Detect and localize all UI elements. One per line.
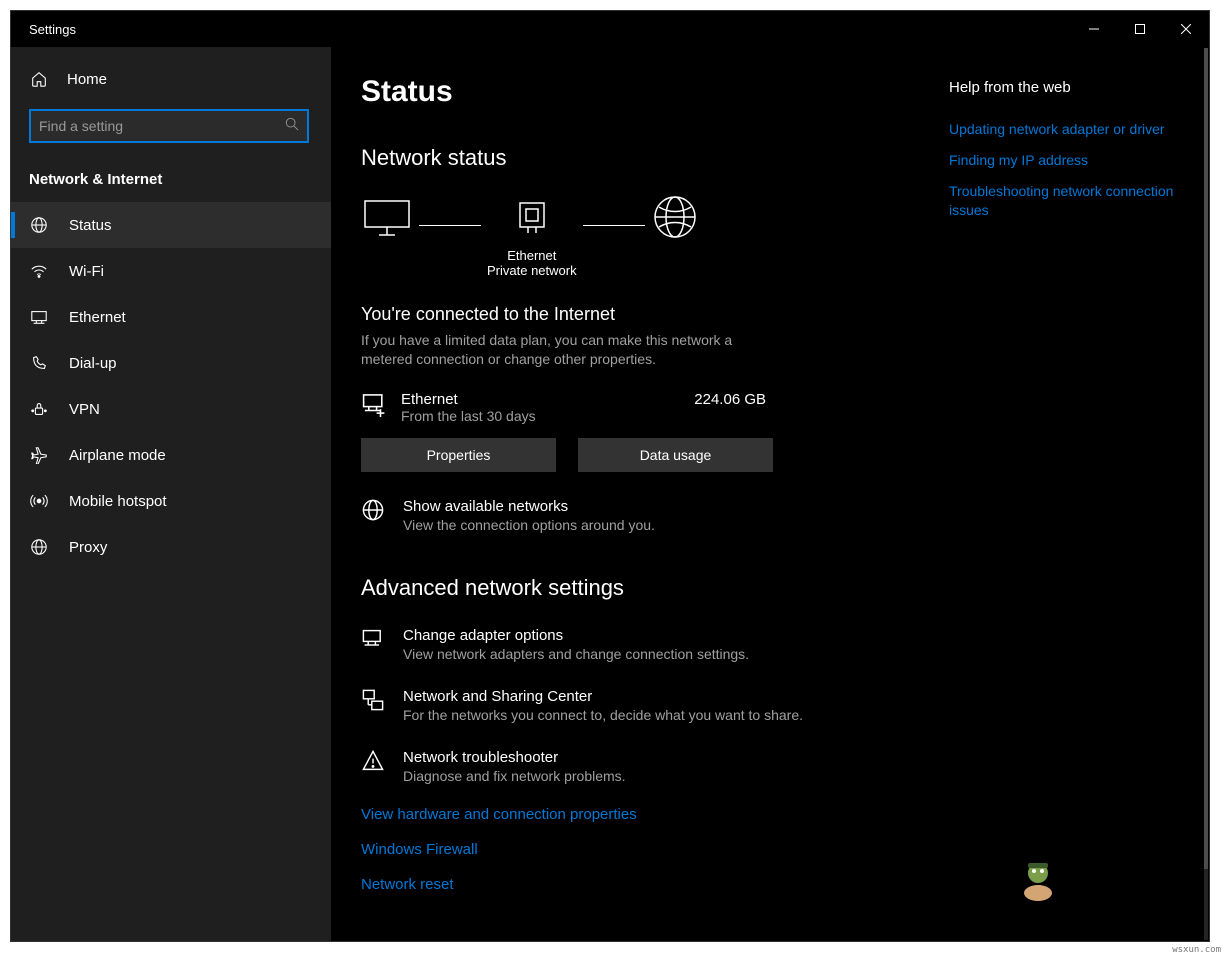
- help-link-ip[interactable]: Finding my IP address: [949, 151, 1191, 170]
- sidebar-item-wifi[interactable]: Wi-Fi: [11, 248, 331, 294]
- adapter-icon: [361, 627, 385, 662]
- page-title: Status: [361, 75, 919, 109]
- network-diagram: EthernetPrivate network: [361, 193, 919, 286]
- sharing-icon: [361, 688, 385, 723]
- help-link-troubleshoot[interactable]: Troubleshooting network connection issue…: [949, 182, 1191, 220]
- maximize-button[interactable]: [1117, 11, 1163, 47]
- router-icon: [514, 197, 550, 242]
- sidebar-item-label: VPN: [69, 401, 100, 418]
- window-title: Settings: [29, 22, 76, 37]
- adapter-options-item[interactable]: Change adapter options View network adap…: [361, 627, 919, 662]
- usage-period: From the last 30 days: [401, 408, 536, 424]
- adapter-title: Change adapter options: [403, 627, 749, 644]
- globe-small-icon: [361, 498, 385, 533]
- pc-icon: [361, 197, 413, 242]
- sharing-center-item[interactable]: Network and Sharing Center For the netwo…: [361, 688, 919, 723]
- sidebar-item-proxy[interactable]: Proxy: [11, 524, 331, 570]
- sidebar-item-dialup[interactable]: Dial-up: [11, 340, 331, 386]
- hotspot-icon: [29, 491, 49, 511]
- warning-icon: [361, 749, 385, 784]
- advanced-heading: Advanced network settings: [361, 575, 919, 601]
- sidebar-category: Network & Internet: [11, 153, 331, 202]
- home-label: Home: [67, 71, 107, 88]
- globe-icon: [651, 193, 699, 246]
- show-networks-title: Show available networks: [403, 498, 655, 515]
- help-heading: Help from the web: [949, 79, 1191, 96]
- sidebar-item-label: Airplane mode: [69, 447, 166, 464]
- sidebar-item-label: Mobile hotspot: [69, 493, 167, 510]
- sidebar-item-label: Wi-Fi: [69, 263, 104, 280]
- connected-title: You're connected to the Internet: [361, 304, 919, 325]
- firewall-link[interactable]: Windows Firewall: [361, 841, 919, 858]
- search-icon: [285, 117, 299, 136]
- sidebar: Home Network & Internet Status: [11, 47, 331, 941]
- help-pane: Help from the web Updating network adapt…: [949, 47, 1209, 941]
- minimize-button[interactable]: [1071, 11, 1117, 47]
- titlebar: Settings: [11, 11, 1209, 47]
- search-box[interactable]: [29, 109, 309, 143]
- network-status-heading: Network status: [361, 145, 919, 171]
- sharing-sub: For the networks you connect to, decide …: [403, 707, 803, 723]
- airplane-icon: [29, 445, 49, 465]
- proxy-icon: [29, 537, 49, 557]
- troubleshoot-sub: Diagnose and fix network problems.: [403, 768, 626, 784]
- sidebar-item-airplane[interactable]: Airplane mode: [11, 432, 331, 478]
- connected-sub: If you have a limited data plan, you can…: [361, 331, 741, 369]
- usage-value: 224.06 GB: [694, 391, 766, 408]
- home-button[interactable]: Home: [11, 57, 331, 101]
- router-label: Ethernet: [507, 248, 556, 263]
- sidebar-item-label: Status: [69, 217, 112, 234]
- status-icon: [29, 215, 49, 235]
- ethernet-usage-icon: [361, 391, 387, 424]
- sharing-title: Network and Sharing Center: [403, 688, 803, 705]
- ethernet-icon: [29, 307, 49, 327]
- vpn-icon: [29, 399, 49, 419]
- data-usage-button[interactable]: Data usage: [578, 438, 773, 472]
- router-sub: Private network: [487, 263, 577, 278]
- main-content: Status Network status EthernetPrivate ne…: [331, 47, 949, 941]
- sidebar-item-vpn[interactable]: VPN: [11, 386, 331, 432]
- sidebar-item-hotspot[interactable]: Mobile hotspot: [11, 478, 331, 524]
- adapter-sub: View network adapters and change connect…: [403, 646, 749, 662]
- watermark-icon: [1013, 855, 1063, 905]
- show-networks-item[interactable]: Show available networks View the connect…: [361, 498, 919, 533]
- home-icon: [29, 69, 49, 89]
- sidebar-item-label: Dial-up: [69, 355, 117, 372]
- sidebar-item-status[interactable]: Status: [11, 202, 331, 248]
- properties-button[interactable]: Properties: [361, 438, 556, 472]
- troubleshoot-title: Network troubleshooter: [403, 749, 626, 766]
- help-link-adapter[interactable]: Updating network adapter or driver: [949, 120, 1191, 139]
- wifi-icon: [29, 261, 49, 281]
- search-input[interactable]: [39, 118, 285, 134]
- dialup-icon: [29, 353, 49, 373]
- scrollbar[interactable]: [1204, 48, 1208, 940]
- close-button[interactable]: [1163, 11, 1209, 47]
- hardware-link[interactable]: View hardware and connection properties: [361, 806, 919, 823]
- footer-text: wsxun.com: [1172, 945, 1221, 955]
- sidebar-item-label: Ethernet: [69, 309, 126, 326]
- scrollbar-thumb[interactable]: [1204, 48, 1208, 869]
- show-networks-sub: View the connection options around you.: [403, 517, 655, 533]
- reset-link[interactable]: Network reset: [361, 876, 919, 893]
- troubleshooter-item[interactable]: Network troubleshooter Diagnose and fix …: [361, 749, 919, 784]
- sidebar-item-label: Proxy: [69, 539, 107, 556]
- usage-name: Ethernet: [401, 391, 536, 408]
- sidebar-item-ethernet[interactable]: Ethernet: [11, 294, 331, 340]
